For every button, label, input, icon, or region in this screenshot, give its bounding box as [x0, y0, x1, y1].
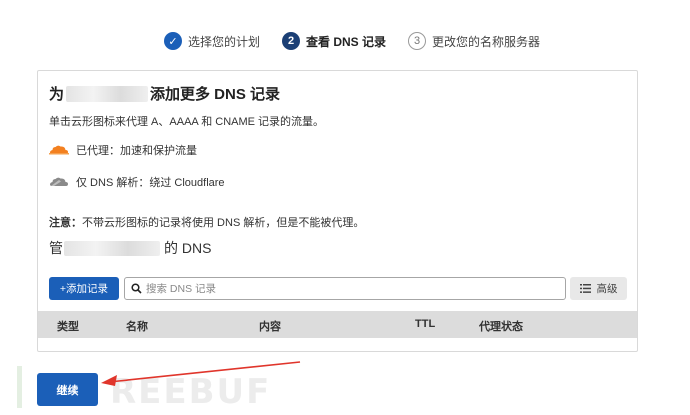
manage-suffix: 的 DNS	[164, 240, 212, 256]
step-label: 更改您的名称服务器	[432, 34, 541, 49]
note-label: 注意：	[49, 217, 82, 229]
column-ttl[interactable]: TTL	[415, 318, 435, 330]
watermark-bar	[17, 366, 22, 408]
step-choose-plan[interactable]: ✓ 选择您的计划	[164, 32, 260, 50]
add-record-button[interactable]: +添加记录	[49, 277, 119, 300]
cloud-proxied-icon	[49, 145, 69, 155]
manage-dns-heading: 管 的 DNS	[49, 238, 211, 258]
note-text: 不带云形图标的记录将使用 DNS 解析，但是不能被代理。	[82, 217, 365, 229]
legend-dns-only: 仅 DNS 解析：绕过 Cloudflare	[49, 174, 225, 190]
legend-proxied-label: 已代理：加速和保护流量	[76, 145, 197, 157]
title-prefix: 为	[49, 86, 65, 103]
dns-toolbar: +添加记录 搜索 DNS 记录 高级	[49, 277, 627, 300]
search-placeholder: 搜索 DNS 记录	[146, 283, 217, 295]
title-suffix: 添加更多 DNS 记录	[150, 86, 281, 103]
legend-proxied: 已代理：加速和保护流量	[49, 142, 197, 158]
column-type[interactable]: 类型	[57, 318, 79, 334]
search-dns-input[interactable]: 搜索 DNS 记录	[124, 277, 566, 300]
step-number: 2	[282, 32, 301, 50]
note: 注意：不带云形图标的记录将使用 DNS 解析，但是不能被代理。	[49, 214, 364, 230]
redacted-domain	[64, 240, 160, 256]
legend-dns-only-label: 仅 DNS 解析：绕过 Cloudflare	[76, 177, 225, 189]
list-icon	[579, 284, 591, 293]
card-description: 单击云形图标来代理 A、AAAA 和 CNAME 记录的流量。	[49, 116, 325, 128]
step-number: 3	[408, 32, 427, 50]
cloud-dns-only-icon	[50, 177, 68, 186]
column-content[interactable]: 内容	[259, 318, 281, 334]
column-proxy-status[interactable]: 代理状态	[479, 318, 523, 334]
continue-button[interactable]: 继续	[37, 373, 98, 406]
step-label: 查看 DNS 记录	[306, 34, 387, 49]
advanced-label: 高级	[596, 283, 618, 295]
advanced-button[interactable]: 高级	[570, 277, 627, 300]
progress-stepper: ✓ 选择您的计划 2 查看 DNS 记录 3 更改您的名称服务器	[164, 31, 562, 51]
manage-prefix: 管	[49, 240, 63, 256]
card-title: 为 添加更多 DNS 记录	[49, 83, 280, 104]
column-name[interactable]: 名称	[126, 318, 148, 334]
step-review-dns: 2 查看 DNS 记录	[282, 32, 386, 50]
step-label: 选择您的计划	[188, 34, 261, 49]
search-icon	[131, 283, 142, 294]
redacted-domain	[66, 85, 149, 102]
dns-records-card: 为 添加更多 DNS 记录 单击云形图标来代理 A、AAAA 和 CNAME 记…	[37, 70, 638, 352]
annotation-arrow-icon	[101, 361, 301, 386]
dns-table-header: 类型 名称 内容 TTL 代理状态	[38, 311, 637, 338]
check-icon: ✓	[164, 32, 182, 50]
step-change-nameservers: 3 更改您的名称服务器	[408, 32, 540, 50]
